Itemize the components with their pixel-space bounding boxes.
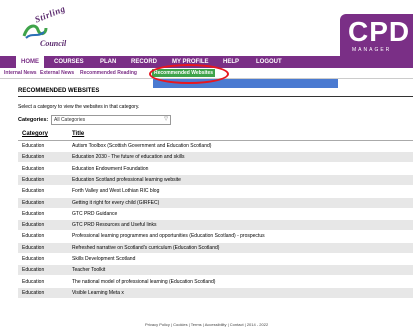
table-row[interactable]: Education Teacher Toolkit [18, 265, 413, 276]
table-row[interactable]: Education Getting it right for every chil… [18, 197, 413, 208]
cpd-brand-block: CPD MANAGER [340, 14, 413, 56]
cpd-brand-text: CPD [348, 16, 411, 47]
row-category: Education [22, 165, 45, 172]
categories-select[interactable]: All Categories ▽ [51, 115, 171, 125]
table-row[interactable]: Education Education Endowment Foundation [18, 164, 413, 174]
nav-help[interactable]: HELP [223, 56, 239, 68]
column-header-title[interactable]: Title [72, 131, 84, 137]
row-category: Education [22, 143, 45, 149]
nav-record[interactable]: RECORD [131, 56, 157, 68]
table-row[interactable]: Education GTC PRD Guidance [18, 209, 413, 219]
row-category: Education [22, 278, 45, 285]
nav-logout[interactable]: LOGOUT [256, 56, 282, 68]
row-category: Education [22, 256, 45, 262]
row-category: Education [22, 233, 45, 240]
row-title-link[interactable]: Education Endowment Foundation [72, 166, 148, 172]
table-row[interactable]: Education Skills Development Scotland [18, 254, 413, 264]
table-row[interactable]: Education Refreshed narrative on Scotland… [18, 242, 413, 253]
site-header: Stirling Council CPD MANAGER [0, 0, 413, 56]
nav-plan[interactable]: PLAN [100, 56, 116, 68]
swirl-icon [22, 24, 48, 39]
table-row[interactable]: Education Professional learning programme… [18, 231, 413, 241]
row-category: Education [22, 244, 45, 251]
nav-courses[interactable]: COURSES [54, 56, 84, 68]
row-category: Education [22, 289, 45, 296]
logo-line2: Council [40, 39, 67, 48]
table-row[interactable]: Education Education 2030 - The future of … [18, 152, 413, 163]
row-category: Education [22, 188, 45, 195]
council-logo[interactable]: Stirling Council [10, 3, 70, 53]
subnav-internal-news[interactable]: Internal News [4, 69, 37, 77]
row-category: Education [22, 210, 45, 217]
row-category: Education [22, 199, 45, 206]
annotation-circle [149, 64, 229, 84]
row-title-link[interactable]: GTC PRD Resources and Useful links [72, 222, 156, 228]
categories-label: Categories: [18, 117, 49, 123]
subnav-external-news[interactable]: External News [40, 69, 74, 77]
column-header-category[interactable]: Category [22, 131, 48, 137]
categories-selected-value: All Categories [54, 117, 86, 123]
row-category: Education [22, 222, 45, 229]
row-category: Education [22, 176, 45, 183]
row-title-link[interactable]: Visible Learning Meta x [72, 290, 124, 296]
footer-text: Privacy Policy | Cookies | Terms | Acces… [145, 322, 269, 327]
chevron-down-icon: ▽ [164, 116, 168, 122]
row-category: Education [22, 154, 45, 161]
instruction-text: Select a category to view the websites i… [18, 104, 140, 110]
subnav-recommended-reading[interactable]: Recommended Reading [80, 69, 137, 77]
row-title-link[interactable]: Education 2030 - The future of education… [72, 154, 184, 160]
row-title-link[interactable]: Teacher Toolkit [72, 267, 105, 273]
page-title: RECOMMENDED WEBSITES [18, 88, 100, 94]
row-title-link[interactable]: Professional learning programmes and opp… [72, 233, 265, 239]
table-row[interactable]: Education Education Scotland professional… [18, 174, 413, 185]
row-title-link[interactable]: Education Scotland professional learning… [72, 177, 181, 183]
nav-home[interactable]: HOME [16, 56, 44, 68]
row-title-link[interactable]: Refreshed narrative on Scotland's curric… [72, 245, 219, 251]
table-row[interactable]: Education Forth Valley and West Lothian R… [18, 186, 413, 196]
row-title-link[interactable]: Autism Toolbox (Scottish Government and … [72, 143, 211, 149]
row-category: Education [22, 267, 45, 274]
row-title-link[interactable]: GTC PRD Guidance [72, 211, 117, 217]
table-row[interactable]: Education Visible Learning Meta x [18, 287, 413, 298]
cpd-brand-subtitle: MANAGER [352, 47, 392, 53]
row-title-link[interactable]: Forth Valley and West Lothian RIC blog [72, 188, 159, 194]
table-row[interactable]: Education GTC PRD Resources and Useful li… [18, 220, 413, 231]
row-title-link[interactable]: Skills Development Scotland [72, 256, 135, 262]
table-row[interactable]: Education Autism Toolbox (Scottish Govern… [18, 141, 413, 151]
title-divider [18, 96, 413, 97]
row-title-link[interactable]: The national model of professional learn… [72, 279, 215, 285]
row-title-link[interactable]: Getting it right for every child (GIRFEC… [72, 200, 159, 206]
table-row[interactable]: Education The national model of professio… [18, 277, 413, 287]
